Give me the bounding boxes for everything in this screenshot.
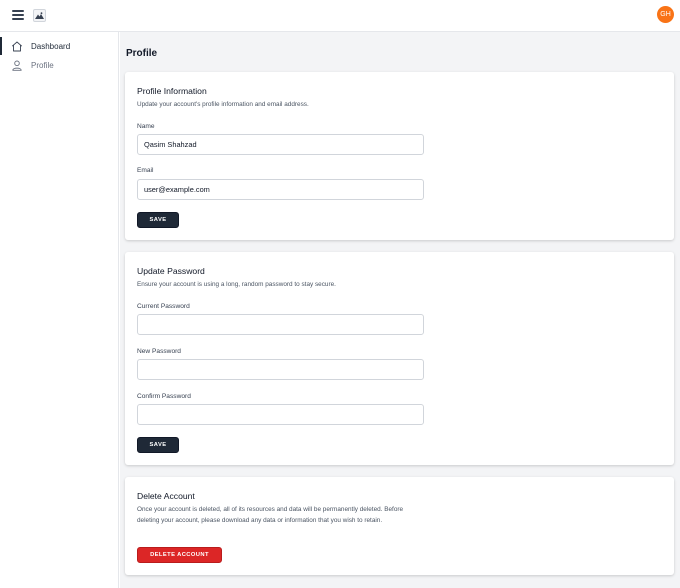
- delete-account-card: Delete Account Once your account is dele…: [125, 477, 674, 575]
- delete-account-button[interactable]: DELETE ACCOUNT: [137, 547, 222, 563]
- update-password-card: Update Password Ensure your account is u…: [125, 252, 674, 465]
- current-password-input[interactable]: [137, 314, 424, 335]
- new-password-input[interactable]: [137, 359, 424, 380]
- save-password-button[interactable]: SAVE: [137, 437, 179, 453]
- email-label: Email: [137, 167, 154, 174]
- card-title: Update Password: [137, 266, 205, 276]
- main-content: Profile Profile Information Update your …: [120, 32, 680, 588]
- sidebar-item-profile[interactable]: Profile: [0, 56, 118, 74]
- sidebar-item-label: Profile: [31, 60, 54, 70]
- app-logo-icon[interactable]: [33, 9, 46, 22]
- sidebar-item-label: Dashboard: [31, 41, 71, 51]
- confirm-password-label: Confirm Password: [137, 393, 191, 400]
- sidebar-item-dashboard[interactable]: Dashboard: [0, 37, 118, 55]
- current-password-label: Current Password: [137, 303, 190, 310]
- name-input[interactable]: [137, 134, 424, 155]
- sidebar: Dashboard Profile: [0, 32, 119, 588]
- new-password-label: New Password: [137, 348, 181, 355]
- save-profile-button[interactable]: SAVE: [137, 212, 179, 228]
- card-description: Update your account's profile informatio…: [137, 101, 309, 108]
- page-title: Profile: [126, 48, 158, 59]
- card-description: Once your account is deleted, all of its…: [137, 506, 404, 524]
- user-icon: [12, 60, 22, 71]
- card-title: Profile Information: [137, 86, 207, 96]
- user-avatar[interactable]: GH: [657, 6, 674, 23]
- top-bar: GH: [0, 0, 680, 32]
- home-icon: [11, 41, 23, 51]
- profile-information-card: Profile Information Update your account'…: [125, 72, 674, 240]
- card-title: Delete Account: [137, 491, 195, 501]
- card-description: Ensure your account is using a long, ran…: [137, 281, 336, 288]
- confirm-password-input[interactable]: [137, 404, 424, 425]
- hamburger-icon[interactable]: [12, 10, 24, 20]
- email-input[interactable]: [137, 179, 424, 200]
- name-label: Name: [137, 123, 155, 130]
